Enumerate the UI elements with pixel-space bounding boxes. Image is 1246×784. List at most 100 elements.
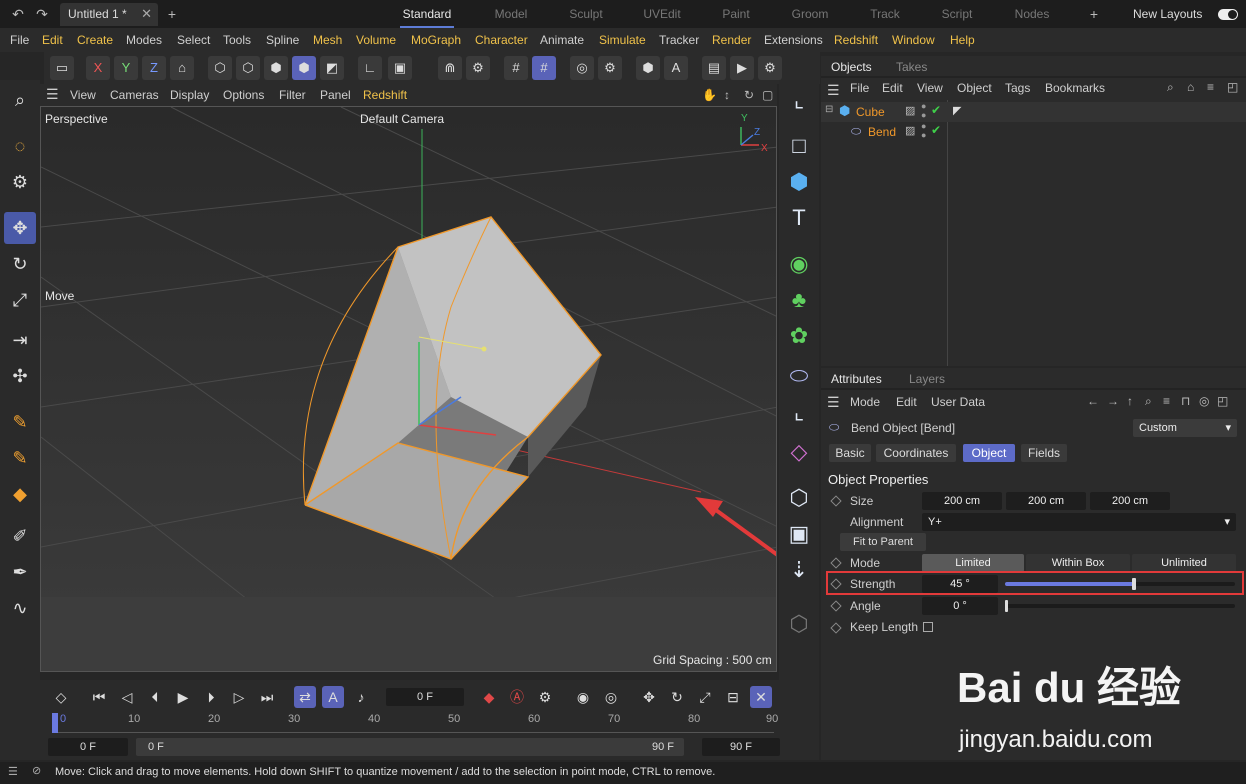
layout-tab-model[interactable]: Model [476,7,546,21]
search-icon[interactable]: ⌕ [4,84,36,116]
menu-spline[interactable]: Spline [266,33,299,47]
visibility-dots-icon[interactable]: ● ● [921,102,926,120]
orbit-icon[interactable]: ↻ [744,88,754,102]
alignment-dropdown[interactable]: Y+ ▾ [922,513,1236,531]
list-item[interactable]: ⊟ ⬢ Cube ▨ ● ● ✔ ◤ [821,102,1246,122]
objects-hamburger-icon[interactable]: ☰ [827,82,840,99]
angle-slider[interactable] [1005,600,1235,612]
search-icon[interactable]: ⌕ [1145,394,1152,409]
autodesk-icon[interactable]: A [664,56,688,80]
viewport-menu-panel[interactable]: Panel [320,88,351,102]
key-param-icon[interactable]: ↻ [666,686,688,708]
viewport-menu-options[interactable]: Options [223,88,264,102]
layout-tab-groom[interactable]: Groom [775,7,845,21]
tab-takes[interactable]: Takes [896,60,927,74]
objects-menu-file[interactable]: File [850,81,869,95]
lock-icon[interactable]: ⊓ [1181,394,1190,408]
camera-name-label[interactable]: Default Camera [360,112,444,126]
axis-mode-icon[interactable]: ∟ [358,56,382,80]
objects-menu-edit[interactable]: Edit [882,81,903,95]
smooth-icon[interactable]: ∿ [4,592,36,624]
menu-tracker[interactable]: Tracker [659,33,699,47]
current-frame-field[interactable]: 0 F [386,688,464,706]
array-icon[interactable]: ♣ [783,284,815,316]
strength-field[interactable]: 45 ° [922,575,998,593]
subtab-fields[interactable]: Fields [1021,444,1067,462]
edit-render-settings-icon[interactable]: ⚙ [758,56,782,80]
attributes-menu-user-data[interactable]: User Data [931,395,985,409]
enabled-check-icon[interactable]: ✔ [931,103,941,117]
field-icon[interactable]: ⌞ [783,396,815,428]
deformer-icon[interactable]: ⬭ [783,360,815,392]
menu-edit[interactable]: Edit [42,33,63,47]
camera-object-icon[interactable]: ▣ [783,518,815,550]
document-tab[interactable]: Untitled 1 * ✕ [60,3,158,26]
knife-icon[interactable]: ✒ [4,556,36,588]
add-layout-icon[interactable]: + [1084,4,1104,24]
fit-to-parent-button[interactable]: Fit to Parent [840,533,926,551]
range-slider[interactable]: 0 F 90 F [136,738,684,756]
close-icon[interactable]: ✕ [141,6,152,22]
text-object-icon[interactable]: T [783,202,815,234]
key-toggle-icon[interactable]: ⊟ [722,686,744,708]
layer-icon[interactable]: ▨ [905,124,915,137]
render-settings-icon[interactable]: ⚙ [598,56,622,80]
menu-mograph[interactable]: MoGraph [411,33,461,47]
brush-icon[interactable]: ✐ [4,520,36,552]
objects-menu-bookmarks[interactable]: Bookmarks [1045,81,1105,95]
phong-tag-icon[interactable]: ◤ [953,104,961,117]
rotate-tool-icon[interactable]: ↻ [4,248,36,280]
enabled-check-icon[interactable]: ✔ [931,123,941,137]
redshift-icon[interactable]: ⬢ [636,56,660,80]
pan-icon[interactable]: ✋ [702,88,717,102]
mode-within-box-option[interactable]: Within Box [1026,554,1130,572]
back-arrow-icon[interactable]: ← [1087,394,1099,408]
layout-tab-script[interactable]: Script [922,7,992,21]
menu-create[interactable]: Create [77,33,113,47]
menu-render[interactable]: Render [712,33,751,47]
previous-frame-icon[interactable]: ⏴ [144,686,166,708]
auto-keying-icon[interactable]: Ⓐ [506,686,528,708]
viewport-menu-cameras[interactable]: Cameras [110,88,159,102]
subtab-object[interactable]: Object [963,444,1015,462]
end-frame-field[interactable]: 90 F [702,738,780,756]
menu-file[interactable]: File [10,33,29,47]
previous-key-icon[interactable]: ◁ [116,686,138,708]
menu-volume[interactable]: Volume [356,33,396,47]
menu-select[interactable]: Select [177,33,210,47]
key-position-icon[interactable]: ◉ [572,686,594,708]
size-y-field[interactable]: 200 cm [1006,492,1086,510]
generator-icon[interactable]: ◉ [783,248,815,280]
collapse-icon[interactable]: ⊟ [825,104,833,115]
next-key-icon[interactable]: ▷ [228,686,250,708]
subtab-basic[interactable]: Basic [829,444,871,462]
strength-slider-handle[interactable] [1131,578,1136,590]
menu-icon[interactable]: ☰ [8,765,18,778]
mesh-tools-icon[interactable]: ◆ [4,478,36,510]
cube-name[interactable]: Cube [856,105,885,119]
spline-pen-icon[interactable]: ✎ [4,406,36,438]
sound-icon[interactable]: ♪ [350,686,372,708]
dolly-icon[interactable]: ↕ [724,88,730,102]
undo-view-icon[interactable]: ▭ [50,56,74,80]
live-selection-icon[interactable]: ◌ [4,130,36,162]
menu-tools[interactable]: Tools [223,33,251,47]
attributes-menu-mode[interactable]: Mode [850,395,880,409]
playhead[interactable] [52,713,58,733]
strength-slider[interactable] [1005,578,1235,590]
new-layouts-toggle[interactable] [1218,9,1238,20]
viewport-menu-view[interactable]: View [70,88,96,102]
next-frame-icon[interactable]: ⏵ [200,686,222,708]
key-scale-icon[interactable]: ✥ [638,686,660,708]
edges-mode-icon[interactable]: ⬡ [236,56,260,80]
tab-layers[interactable]: Layers [909,372,945,386]
viewport-menu-filter[interactable]: Filter [279,88,306,102]
placement-tool-icon[interactable]: ✣ [4,360,36,392]
subtab-coordinates[interactable]: Coordinates [876,444,956,462]
menu-extensions[interactable]: Extensions [764,33,823,47]
menu-help[interactable]: Help [950,33,975,47]
workplane-icon[interactable]: # [532,56,556,80]
size-x-field[interactable]: 200 cm [922,492,1002,510]
grid-icon[interactable]: # [504,56,528,80]
key-pla-icon[interactable]: ⤢ [694,686,716,708]
